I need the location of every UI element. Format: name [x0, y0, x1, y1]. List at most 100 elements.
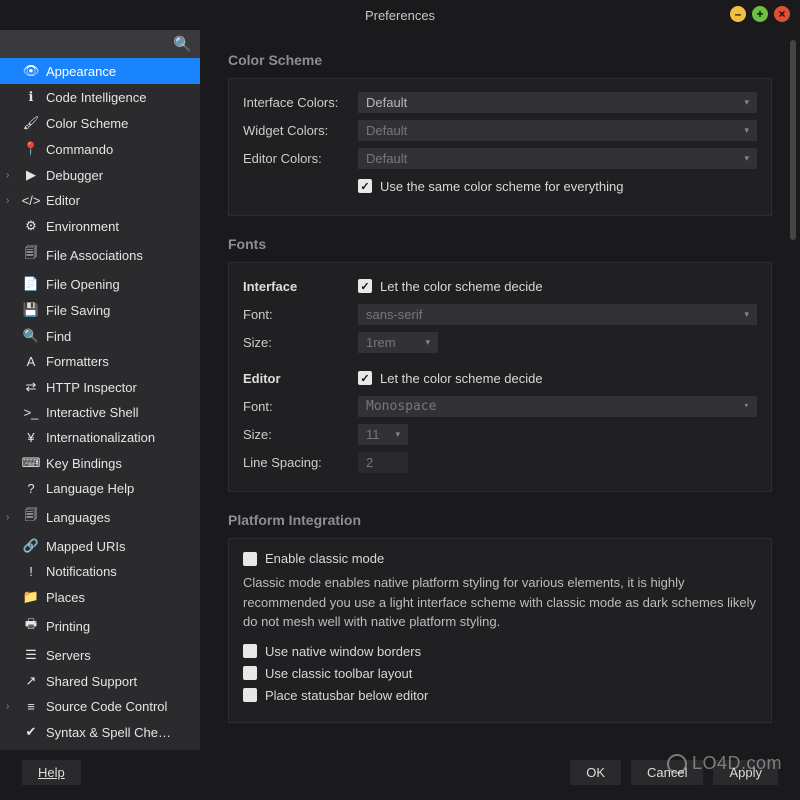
expand-icon[interactable]: › [6, 170, 9, 181]
commando-icon: 📍 [22, 141, 40, 157]
expand-icon[interactable]: › [6, 701, 9, 712]
interface-size-dropdown[interactable]: 1rem▾ [358, 332, 438, 353]
sidebar-item-label: Appearance [46, 64, 116, 79]
sidebar-item-label: Debugger [46, 168, 103, 183]
window-title: Preferences [365, 8, 435, 23]
sidebar-item-key-bindings[interactable]: ⌨Key Bindings [0, 450, 200, 476]
expand-icon[interactable]: › [6, 195, 9, 206]
maximize-button[interactable]: + [752, 6, 768, 22]
sidebar-item-debugger[interactable]: › ▶ Debugger [0, 162, 200, 188]
widget-colors-dropdown[interactable]: Default▾ [358, 120, 757, 141]
content-scrollbar[interactable] [790, 40, 796, 240]
native-borders-checkbox[interactable]: ✓ Use native window borders [243, 644, 757, 659]
color-scheme-icon: 🖌 [22, 115, 40, 131]
sidebar-item-languages[interactable]: › 🗐 Languages [0, 501, 200, 533]
sidebar-item-printing[interactable]: 🖶Printing [0, 610, 200, 642]
sidebar-item-code-intelligence[interactable]: ℹCode Intelligence [0, 84, 200, 110]
line-spacing-input[interactable]: 2 [358, 452, 408, 473]
sidebar-item-label: Languages [46, 510, 110, 525]
checkbox-icon: ✓ [358, 279, 372, 293]
ok-button[interactable]: OK [570, 760, 621, 785]
editor-icon: </> [22, 193, 40, 208]
sidebar-item-label: HTTP Inspector [46, 380, 137, 395]
sidebar-item-file-opening[interactable]: 📄File Opening [0, 271, 200, 297]
languages-icon: 🗐 [22, 506, 40, 528]
enable-classic-checkbox[interactable]: ✓ Enable classic mode [243, 551, 757, 566]
environment-icon: ⚙ [22, 218, 40, 234]
mapped-uris-icon: 🔗 [22, 538, 40, 554]
places-icon: 📁 [22, 589, 40, 605]
sidebar-item-language-help[interactable]: ?Language Help [0, 476, 200, 501]
editor-let-decide-checkbox[interactable]: ✓ Let the color scheme decide [358, 371, 543, 386]
sidebar-item-label: Code Intelligence [46, 90, 146, 105]
checkbox-icon: ✓ [358, 179, 372, 193]
chevron-down-icon: ▾ [744, 401, 749, 411]
sidebar-list[interactable]: 👁AppearanceℹCode Intelligence🖌Color Sche… [0, 58, 200, 750]
statusbar-below-checkbox[interactable]: ✓ Place statusbar below editor [243, 688, 757, 703]
sidebar-item-label: Environment [46, 219, 119, 234]
chevron-down-icon: ▾ [744, 97, 749, 108]
interface-size-label: Size: [243, 335, 358, 350]
servers-icon: ☰ [22, 647, 40, 663]
chevron-down-icon: ▾ [744, 309, 749, 320]
sidebar-item-places[interactable]: 📁 Places [0, 584, 200, 610]
expand-icon[interactable]: › [6, 512, 9, 523]
sidebar-item-label: Interactive Shell [46, 405, 139, 420]
help-button[interactable]: Help [22, 760, 81, 785]
sidebar-item-mapped-uris[interactable]: 🔗 Mapped URIs [0, 533, 200, 559]
sidebar-item-color-scheme[interactable]: 🖌Color Scheme [0, 110, 200, 136]
sidebar-item-servers[interactable]: ☰Servers [0, 642, 200, 668]
interface-colors-dropdown[interactable]: Default▾ [358, 92, 757, 113]
sidebar-item-label: Key Bindings [46, 456, 122, 471]
editor-font-dropdown[interactable]: Monospace▾ [358, 396, 757, 417]
checkbox-icon: ✓ [243, 552, 257, 566]
sidebar-item-shared-support[interactable]: ↗Shared Support [0, 668, 200, 694]
sidebar-item-find[interactable]: 🔍Find [0, 323, 200, 349]
sidebar-item-http-inspector[interactable]: ⇄ HTTP Inspector [0, 374, 200, 400]
sidebar-item-internationalization[interactable]: ¥Internationalization [0, 425, 200, 450]
sidebar-item-label: Find [46, 329, 71, 344]
interface-font-label: Font: [243, 307, 358, 322]
sidebar-item-source-code-control[interactable]: ›≡Source Code Control [0, 694, 200, 719]
checkbox-icon: ✓ [243, 688, 257, 702]
editor-colors-dropdown[interactable]: Default▾ [358, 148, 757, 169]
sidebar-item-editor[interactable]: ›</>Editor [0, 188, 200, 213]
http-inspector-icon: ⇄ [22, 379, 40, 395]
close-button[interactable]: × [774, 6, 790, 22]
sidebar-item-syntax-spell-che[interactable]: ✔Syntax & Spell Che… [0, 719, 200, 745]
language-help-icon: ? [22, 481, 40, 496]
fonts-group: Interface ✓ Let the color scheme decide … [228, 262, 772, 492]
platform-group: ✓ Enable classic mode Classic mode enabl… [228, 538, 772, 723]
sidebar-item-commando[interactable]: 📍Commando [0, 136, 200, 162]
interface-let-decide-checkbox[interactable]: ✓ Let the color scheme decide [358, 279, 543, 294]
debugger-icon: ▶ [22, 167, 40, 183]
file-opening-icon: 📄 [22, 276, 40, 292]
sidebar-item-label: Places [46, 590, 85, 605]
minimize-button[interactable]: – [730, 6, 746, 22]
sidebar-item-environment[interactable]: ⚙ Environment [0, 213, 200, 239]
same-scheme-checkbox[interactable]: ✓ Use the same color scheme for everythi… [358, 179, 624, 194]
interface-font-dropdown[interactable]: sans-serif▾ [358, 304, 757, 325]
syntax-spell-che-icon: ✔ [22, 724, 40, 740]
sidebar-item-appearance[interactable]: 👁Appearance [0, 58, 200, 84]
sidebar-item-interactive-shell[interactable]: >_Interactive Shell [0, 400, 200, 425]
sidebar-item-formatters[interactable]: AFormatters [0, 349, 200, 374]
apply-button[interactable]: Apply [713, 760, 778, 785]
chevron-down-icon: ▾ [744, 153, 749, 164]
editor-size-dropdown[interactable]: 11▾ [358, 424, 408, 445]
content-pane: Color Scheme Interface Colors: Default▾ … [200, 30, 800, 750]
classic-toolbar-checkbox[interactable]: ✓ Use classic toolbar layout [243, 666, 757, 681]
sidebar-item-web-browser[interactable]: ›🌐Web & Browser [0, 745, 200, 750]
sidebar-search[interactable]: 🔍 [0, 30, 200, 58]
internationalization-icon: ¥ [22, 430, 40, 445]
cancel-button[interactable]: Cancel [631, 760, 703, 785]
sidebar-item-file-associations[interactable]: 🗐 File Associations [0, 239, 200, 271]
sidebar-item-label: Mapped URIs [46, 539, 125, 554]
sidebar-item-label: File Associations [46, 248, 143, 263]
checkbox-icon: ✓ [243, 666, 257, 680]
file-associations-icon: 🗐 [22, 244, 40, 266]
sidebar-item-notifications[interactable]: !Notifications [0, 559, 200, 584]
sidebar-item-file-saving[interactable]: 💾File Saving [0, 297, 200, 323]
fonts-editor-heading: Editor [243, 371, 358, 386]
interface-colors-label: Interface Colors: [243, 95, 358, 110]
